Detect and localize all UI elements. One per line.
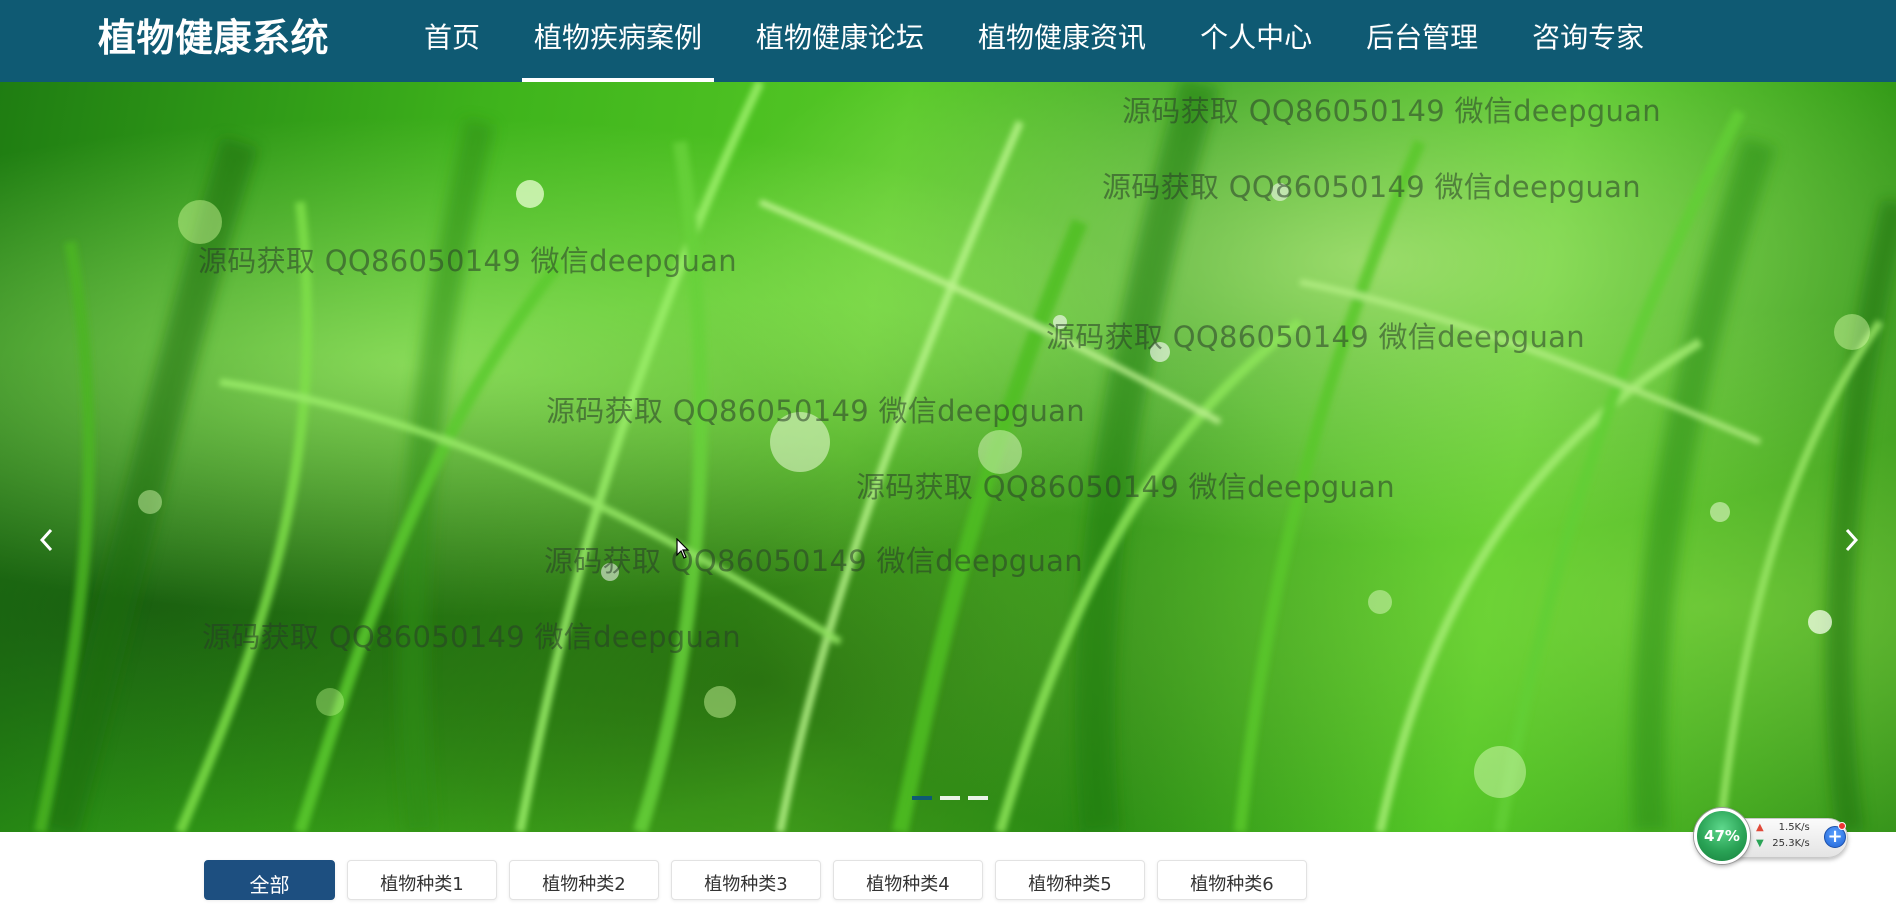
carousel-next-button[interactable]	[1834, 512, 1868, 568]
main-nav: 首页 植物疾病案例 植物健康论坛 植物健康资讯 个人中心 后台管理 咨询专家	[412, 0, 1686, 82]
category-tab-plant-type-3[interactable]: 植物种类3	[671, 860, 821, 900]
download-speed-value: 25.3K/s	[1772, 838, 1810, 849]
nav-item-disease-cases[interactable]: 植物疾病案例	[522, 0, 715, 82]
site-brand[interactable]: 植物健康系统	[98, 14, 329, 62]
chevron-right-icon	[1845, 528, 1859, 552]
carousel-prev-button[interactable]	[30, 512, 64, 568]
carousel-indicator-1[interactable]	[912, 796, 932, 800]
download-arrow-icon: ▼	[1756, 838, 1764, 849]
carousel-indicator-3[interactable]	[968, 796, 988, 800]
category-tab-all[interactable]: 全部	[204, 860, 335, 900]
category-tab-plant-type-5[interactable]: 植物种类5	[995, 860, 1145, 900]
nav-item-news[interactable]: 植物健康资讯	[966, 0, 1158, 82]
category-tab-plant-type-4[interactable]: 植物种类4	[833, 860, 983, 900]
chevron-left-icon	[39, 528, 53, 552]
network-speed-widget[interactable]: 47% ▲ 1.5K/s ▼ 25.3K/s +	[1694, 808, 1850, 864]
top-navbar: 植物健康系统 首页 植物疾病案例 植物健康论坛 植物健康资讯 个人中心 后台管理…	[0, 0, 1896, 82]
nav-item-admin[interactable]: 后台管理	[1354, 0, 1490, 82]
category-tab-plant-type-6[interactable]: 植物种类6	[1157, 860, 1307, 900]
download-speed: ▼ 25.3K/s	[1756, 838, 1810, 849]
category-tabs: 全部 植物种类1 植物种类2 植物种类3 植物种类4 植物种类5 植物种类6	[204, 860, 1307, 900]
upload-speed: ▲ 1.5K/s	[1756, 822, 1810, 833]
nav-item-home[interactable]: 首页	[412, 0, 492, 82]
memory-usage-gauge[interactable]: 47%	[1694, 808, 1750, 864]
category-tab-plant-type-1[interactable]: 植物种类1	[347, 860, 497, 900]
mouse-cursor-icon	[676, 538, 690, 559]
grass-background-image	[34, 82, 1896, 832]
category-tab-plant-type-2[interactable]: 植物种类2	[509, 860, 659, 900]
nav-item-consult-expert[interactable]: 咨询专家	[1520, 0, 1656, 82]
hero-carousel[interactable]: 源码获取 QQ86050149 微信deepguan 源码获取 QQ860501…	[0, 82, 1896, 832]
notification-dot	[1838, 822, 1846, 830]
nav-item-personal-center[interactable]: 个人中心	[1188, 0, 1324, 82]
upload-speed-value: 1.5K/s	[1778, 822, 1810, 833]
carousel-indicators	[912, 796, 988, 800]
carousel-indicator-2[interactable]	[940, 796, 960, 800]
upload-arrow-icon: ▲	[1756, 822, 1764, 833]
nav-item-forum[interactable]: 植物健康论坛	[744, 0, 936, 82]
